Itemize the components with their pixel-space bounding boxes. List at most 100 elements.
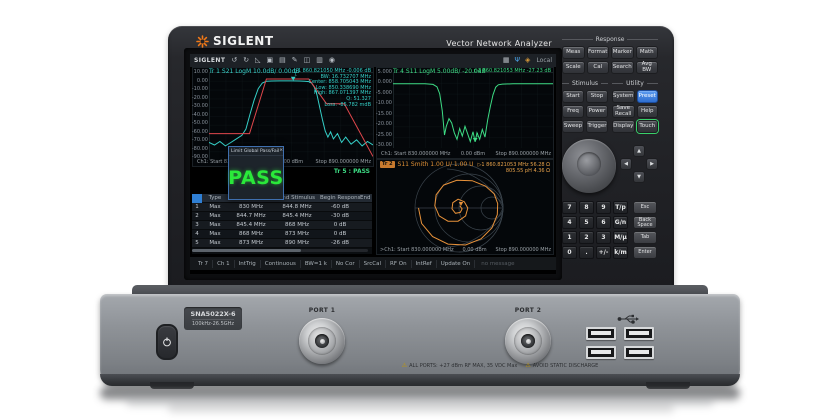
- s11-channel-footer: Ch1: Start 830.000000 MHz 0.00 dBm Stop …: [381, 151, 551, 157]
- scale-key[interactable]: Scale: [562, 61, 585, 74]
- dot-key[interactable]: +/-: [596, 246, 611, 259]
- start-key[interactable]: Start: [562, 90, 584, 103]
- status-item[interactable]: No Cor: [332, 260, 360, 268]
- table-row[interactable]: 3Max845.4 MHz868 MHz0 dB: [192, 221, 372, 230]
- lock-icon[interactable]: ◈: [525, 57, 530, 64]
- screenshot-icon[interactable]: ▣: [266, 57, 273, 64]
- undo-icon[interactable]: ↺: [231, 57, 237, 64]
- status-item[interactable]: SrcCal: [360, 260, 386, 268]
- 0[interactable]: 0: [562, 246, 577, 259]
- 4[interactable]: 4: [562, 216, 577, 229]
- s11-plot-area[interactable]: 1: [393, 72, 553, 148]
- marker-label: 1: [476, 132, 479, 138]
- status-item[interactable]: IntRef: [412, 260, 437, 268]
- scrollbar-thumb[interactable]: [192, 249, 301, 252]
- status-item[interactable]: Continuous: [261, 260, 301, 268]
- table-row[interactable]: 2Max844.7 MHz845.4 MHz-30 dB: [192, 212, 372, 221]
- smith-plot-area[interactable]: [377, 160, 555, 256]
- sweep-key[interactable]: Sweep: [562, 120, 584, 133]
- limit-table[interactable]: TypeBegin StimulusEnd StimulusBegin Resp…: [192, 194, 372, 254]
- redo-icon[interactable]: ↻: [243, 57, 249, 64]
- display-key[interactable]: Display: [612, 120, 635, 133]
- status-item[interactable]: BW=1 k: [301, 260, 332, 268]
- smith-chart-panel[interactable]: Tr 2 S11 Smith 1.00 U/ 1.00 U ▷1 860.821…: [376, 159, 554, 255]
- tab-key[interactable]: Tab: [633, 231, 657, 244]
- print-icon[interactable]: ▥: [316, 57, 323, 64]
- cal-key[interactable]: Cal: [587, 61, 610, 74]
- table-row[interactable]: 1Max830 MHz844.8 MHz-60 dB: [192, 203, 372, 212]
- 5[interactable]: 5: [579, 216, 594, 229]
- status-item[interactable]: IntTrig: [235, 260, 261, 268]
- math-key[interactable]: Math: [636, 46, 659, 59]
- m[interactable]: M/µ: [613, 231, 628, 244]
- table-row[interactable]: 5Max873 MHz890 MHz-26 dB: [192, 239, 372, 248]
- window-icon[interactable]: ▤: [279, 57, 286, 64]
- touch-pen-icon[interactable]: ✎: [292, 57, 298, 64]
- s11-power-label: 0.00 dBm: [461, 151, 485, 157]
- stop-key[interactable]: Stop: [586, 90, 608, 103]
- table-cell: 2: [192, 213, 202, 219]
- enter-key[interactable]: Enter: [633, 246, 657, 259]
- rotary-knob[interactable]: [562, 139, 616, 193]
- dot-key[interactable]: .: [579, 246, 594, 259]
- cal-kit-icon[interactable]: ◺: [255, 57, 260, 64]
- smith-trace-badge[interactable]: Tr 2: [380, 161, 395, 168]
- 6[interactable]: 6: [596, 216, 611, 229]
- touch-key[interactable]: Touch: [637, 120, 658, 133]
- marker-key[interactable]: Marker: [611, 46, 634, 59]
- front-keypad: Response MeasFormatMarkerMathScaleCalSea…: [562, 34, 658, 290]
- meas-key[interactable]: Meas: [562, 46, 585, 59]
- model-number: SNA5022X-6: [191, 311, 236, 318]
- arrow-right-key[interactable]: ▶: [646, 158, 658, 170]
- 3[interactable]: 3: [596, 231, 611, 244]
- close-icon[interactable]: ×: [279, 148, 283, 154]
- usb-icon[interactable]: Ψ: [515, 57, 521, 64]
- 1[interactable]: 1: [562, 231, 577, 244]
- preset-key[interactable]: Preset: [637, 90, 658, 103]
- power-key[interactable]: Power: [586, 105, 608, 118]
- power-button[interactable]: [156, 324, 178, 360]
- marker-symbol[interactable]: [473, 138, 478, 142]
- 2[interactable]: 2: [579, 231, 594, 244]
- status-item[interactable]: Ch 1: [213, 260, 235, 268]
- utility-keys: SystemPresetSave RecallHelpDisplayTouch: [612, 90, 658, 133]
- arrow-up-key[interactable]: ▲: [633, 145, 645, 157]
- help-key[interactable]: Help: [637, 105, 658, 118]
- status-item[interactable]: RF On: [386, 260, 412, 268]
- table-cell: 868 MHz: [228, 231, 274, 237]
- smith-trace: [419, 180, 498, 245]
- port2-label: PORT 2: [498, 307, 558, 314]
- s11-chart-panel[interactable]: Tr 4 S11 LogM 5.00dB/ -20.0dB 5.0000.000…: [376, 67, 554, 159]
- g-n[interactable]: G/n: [613, 216, 628, 229]
- esc-key[interactable]: Esc: [633, 201, 657, 214]
- avg-bw-key[interactable]: Avg BW: [636, 61, 659, 74]
- y-tick-label: 0.00: [197, 79, 208, 84]
- model-plate: SNA5022X-6 100kHz-26.5GHz: [184, 307, 242, 330]
- status-item[interactable]: Update On: [437, 260, 475, 268]
- freq-key[interactable]: Freq: [562, 105, 584, 118]
- format-key[interactable]: Format: [587, 46, 610, 59]
- t-p[interactable]: T/p: [613, 201, 628, 214]
- arrow-left-key[interactable]: ◀: [620, 158, 632, 170]
- camera-icon[interactable]: ◉: [329, 57, 335, 64]
- table-cell: 3: [192, 222, 202, 228]
- trigger-key[interactable]: Trigger: [586, 120, 608, 133]
- status-item[interactable]: Tr 7: [194, 260, 213, 268]
- limit-table-scrollbar[interactable]: [192, 249, 368, 252]
- table-row[interactable]: 4Max868 MHz873 MHz0 dB: [192, 230, 372, 239]
- save-recall-key[interactable]: Save Recall: [612, 105, 635, 118]
- back-space-key[interactable]: Back Space: [633, 216, 657, 229]
- k-m[interactable]: k/m: [613, 246, 628, 259]
- search-key[interactable]: Search: [611, 61, 634, 74]
- trace-list-icon[interactable]: ▦: [503, 57, 510, 64]
- 9[interactable]: 9: [596, 201, 611, 214]
- arrow-down-key[interactable]: ▼: [633, 171, 645, 183]
- local-mode-label[interactable]: Local: [536, 57, 552, 64]
- system-key[interactable]: System: [612, 90, 635, 103]
- 7[interactable]: 7: [562, 201, 577, 214]
- touchscreen[interactable]: SIGLENT ↺↻◺▣▤✎◫▥◉ ▦Ψ◈ Local Tr 1 S21 Log…: [190, 54, 556, 274]
- save-icon[interactable]: ◫: [304, 57, 311, 64]
- table-cell: Max: [202, 240, 228, 246]
- limit-pass-dialog[interactable]: Limit Global Pass/Fail × PASS: [228, 146, 284, 200]
- 8[interactable]: 8: [579, 201, 594, 214]
